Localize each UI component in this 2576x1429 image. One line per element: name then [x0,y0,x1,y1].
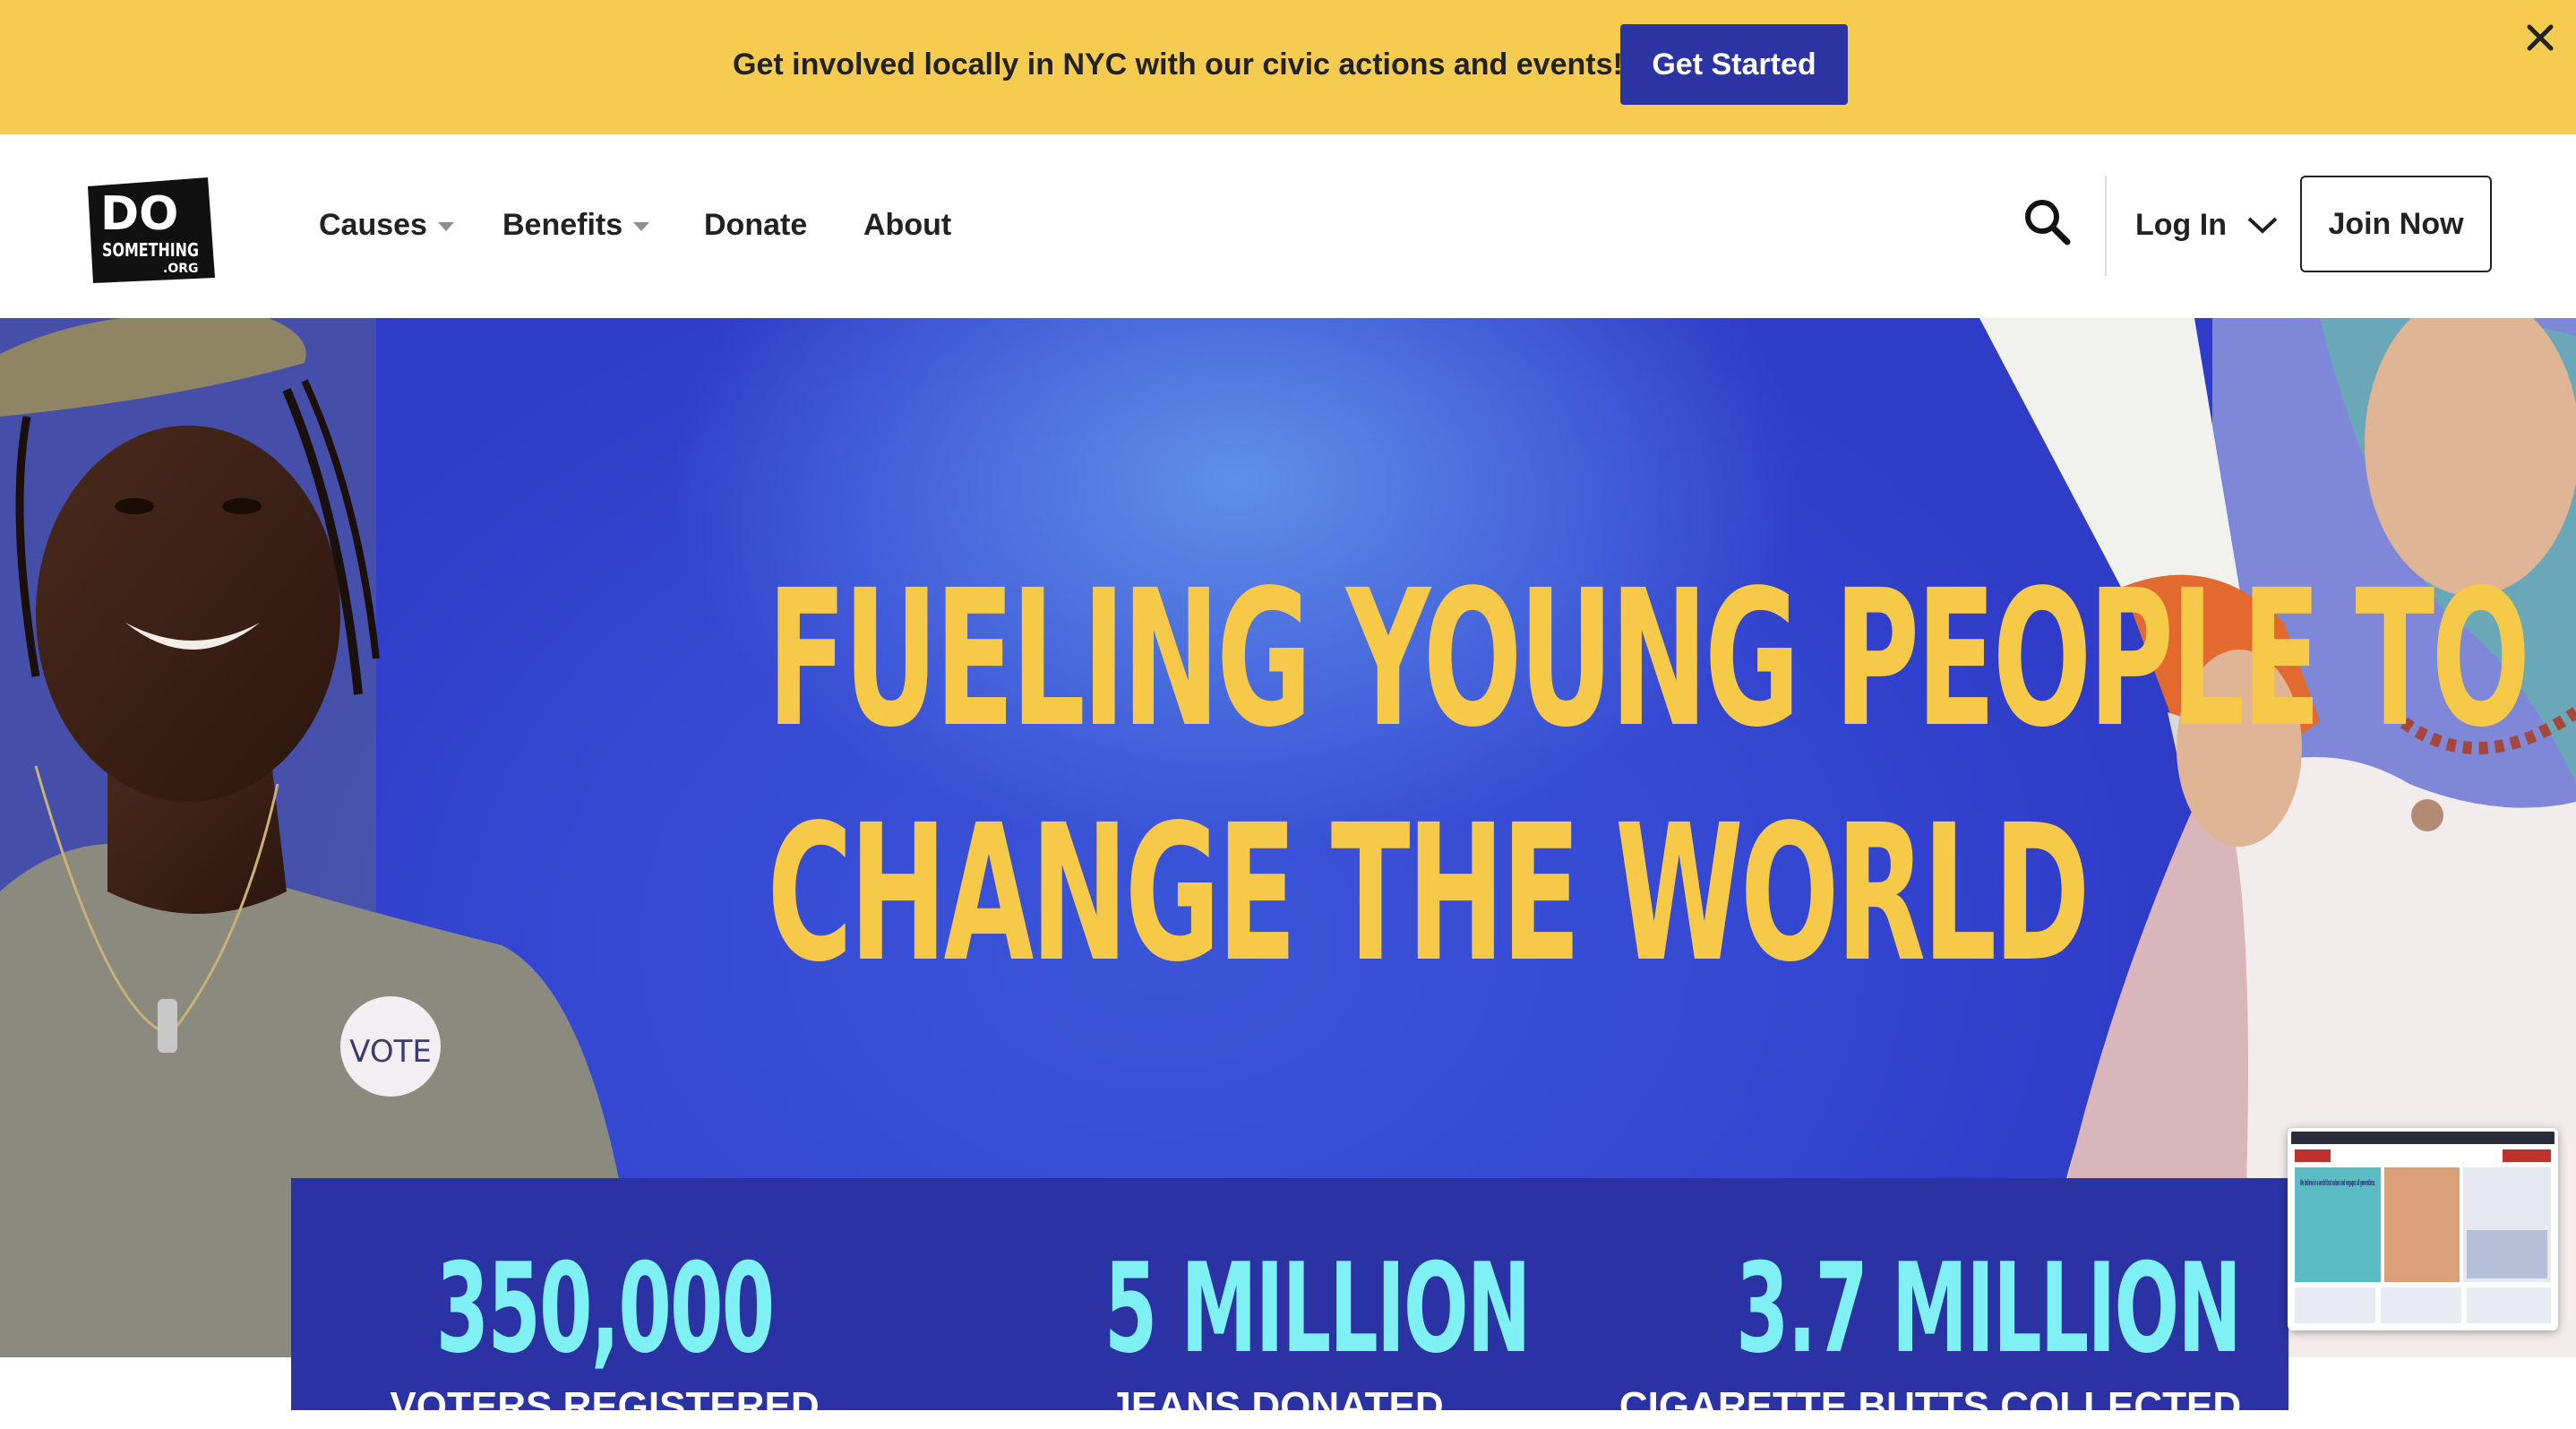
stat-cigarette-butts: 3.7 MILLION CIGARETTE BUTTS COLLECTED [1617,1178,2244,1429]
nav-donate[interactable]: Donate [704,202,807,247]
promo-banner: Get involved locally in NYC with our civ… [0,0,2576,134]
dosomething-logo[interactable]: DO SOMETHING .ORG [84,177,217,283]
promo-banner-text: Get involved locally in NYC with our civ… [733,47,1623,82]
login-menu[interactable]: Log In [2135,202,2279,247]
nav-benefits-label: Benefits [502,208,623,242]
header-divider [2105,176,2107,276]
get-started-button[interactable]: Get Started [1620,24,1848,105]
nav-about-label: About [863,208,952,242]
logo-something-text: SOMETHING [102,239,199,261]
stat-value: 5 MILLION [1103,1236,1532,1381]
site-header: DO SOMETHING .ORG Causes Benefits Donate… [0,134,2576,319]
chevron-down-icon [2246,215,2279,235]
join-now-button[interactable]: Join Now [2300,176,2492,272]
login-label: Log In [2135,208,2227,242]
nav-donate-label: Donate [704,208,808,242]
stat-value: 3.7 MILLION [1736,1236,2242,1381]
caret-down-icon [633,222,650,231]
page-preview-thumbnail[interactable]: We believe in a world that values and en… [2288,1128,2558,1330]
hero-headline: FUELING YOUNG PEOPLE TO CHANGE THE WORLD [767,542,2530,1011]
caret-down-icon [437,222,454,231]
stat-label: JEANS DONATED [1109,1384,1444,1428]
stat-voters: 350,000 VOTERS REGISTERED [327,1178,882,1429]
hero-headline-line1: FUELING YOUNG PEOPLE TO [767,549,2530,769]
nav-causes-label: Causes [319,208,427,242]
stat-label: VOTERS REGISTERED [390,1384,820,1428]
logo-org-text: .ORG [163,262,199,276]
close-icon[interactable] [2517,14,2563,61]
stats-band: 350,000 VOTERS REGISTERED 5 MILLION JEAN… [291,1178,2288,1429]
hero-headline-line2: CHANGE THE WORLD [767,784,2090,1003]
search-icon[interactable] [2021,195,2074,249]
nav-causes[interactable]: Causes [319,202,454,247]
thumbnail-text: We believe in a world that values and en… [2300,1179,2375,1188]
logo-do-text: DO [100,187,178,241]
vote-badge-text: VOTE [349,1034,432,1070]
nav-about[interactable]: About [863,202,951,247]
stat-value: 350,000 [435,1236,776,1381]
stat-jeans: 5 MILLION JEANS DONATED [999,1178,1554,1429]
nav-benefits[interactable]: Benefits [502,202,650,247]
stat-label: CIGARETTE BUTTS COLLECTED [1619,1384,2242,1428]
